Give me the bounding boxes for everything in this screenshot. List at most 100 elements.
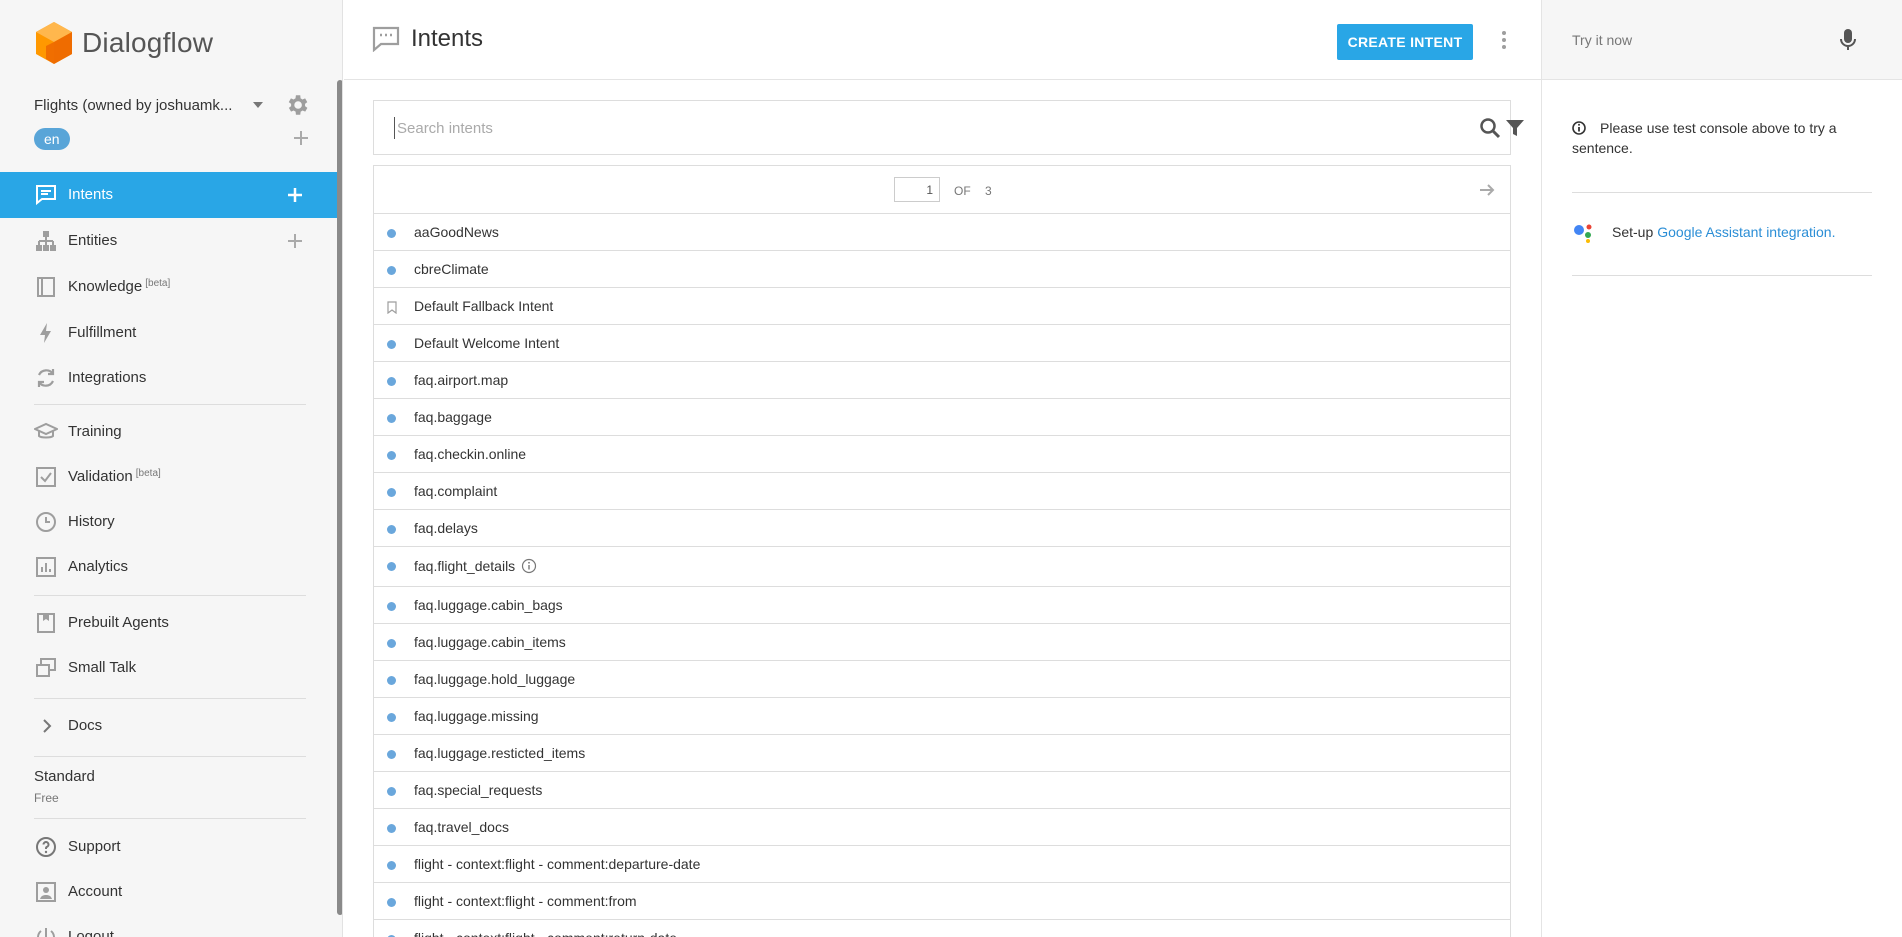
page-number-input[interactable]	[894, 177, 940, 202]
microphone-icon[interactable]	[1839, 28, 1857, 52]
sidebar-item-label: Entities	[68, 232, 118, 249]
try-it-input[interactable]	[1572, 28, 1832, 52]
intent-row[interactable]: Default Welcome Intent	[374, 325, 1510, 362]
sidebar-item-logout[interactable]: Logout	[0, 914, 337, 937]
intent-name: faq.checkin.online	[414, 446, 526, 462]
intent-name-text: faq.delays	[414, 520, 478, 536]
intent-name-text: cbreClimate	[414, 261, 489, 277]
intent-dot-icon	[387, 602, 396, 611]
validation-label: Validation	[68, 468, 133, 485]
sidebar-item-label: Logout	[68, 928, 114, 937]
sidebar-item-small-talk[interactable]: Small Talk	[0, 645, 337, 691]
intent-name-text: faq.luggage.cabin_bags	[414, 597, 563, 613]
google-assistant-setup: Set-up Google Assistant integration.	[1572, 220, 1835, 244]
google-assistant-link[interactable]: Google Assistant integration.	[1657, 224, 1835, 240]
sidebar: Dialogflow Flights (owned by joshuamk...…	[0, 0, 343, 937]
intent-row[interactable]: faq.luggage.cabin_bags	[374, 587, 1510, 624]
add-intent-plus-icon[interactable]	[286, 186, 304, 204]
intent-row[interactable]: faq.luggage.cabin_items	[374, 624, 1510, 661]
sidebar-item-label: History	[68, 513, 115, 530]
agent-selector[interactable]: Flights (owned by joshuamk...	[34, 92, 310, 118]
intent-row[interactable]: faq.delays	[374, 510, 1510, 547]
intent-row[interactable]: flight - context:flight - comment:depart…	[374, 846, 1510, 883]
intent-name-text: faq.luggage.resticted_items	[414, 745, 586, 761]
intent-row[interactable]: aaGoodNews	[374, 214, 1510, 251]
nav-divider	[34, 698, 306, 699]
intent-name-text: faq.special_requests	[414, 782, 543, 798]
book-icon	[37, 277, 55, 297]
plan-info[interactable]: Standard Free	[34, 768, 95, 805]
intent-name-text: faq.luggage.hold_luggage	[414, 671, 576, 687]
intent-row[interactable]: faq.luggage.resticted_items	[374, 735, 1510, 772]
intent-dot-icon	[387, 488, 396, 497]
intent-name-text: faq.travel_docs	[414, 819, 509, 835]
add-entity-plus-icon[interactable]	[286, 232, 304, 250]
intent-dot-icon	[387, 562, 396, 571]
intent-dot-icon	[387, 861, 396, 870]
pager-total: 3	[985, 184, 992, 198]
test-console: Please use test console above to try a s…	[1541, 0, 1902, 937]
intent-dot-icon	[387, 525, 396, 534]
bookmark-box-icon	[37, 613, 55, 633]
intent-name-text: faq.checkin.online	[414, 446, 527, 462]
filter-icon[interactable]	[1505, 118, 1525, 138]
sidebar-item-analytics[interactable]: Analytics	[0, 544, 337, 590]
test-notice: Please use test console above to try a s…	[1572, 118, 1872, 158]
intent-row[interactable]: faq.special_requests	[374, 772, 1510, 809]
sidebar-item-entities[interactable]: Entities	[0, 218, 337, 264]
dialogflow-logo-icon	[36, 22, 72, 64]
sidebar-item-label: Support	[68, 838, 121, 855]
intent-row[interactable]: faq.luggage.hold_luggage	[374, 661, 1510, 698]
sidebar-item-integrations[interactable]: Integrations	[0, 355, 337, 401]
sidebar-item-label: Training	[68, 423, 122, 440]
intent-name-text: faq.luggage.cabin_items	[414, 634, 566, 650]
sidebar-item-validation[interactable]: Validation [beta]	[0, 454, 337, 500]
intent-dot-icon	[387, 824, 396, 833]
chevron-down-icon[interactable]	[253, 102, 263, 108]
search-icon[interactable]	[1479, 117, 1501, 139]
gear-icon[interactable]	[284, 92, 310, 118]
intent-row[interactable]: faq.checkin.online	[374, 436, 1510, 473]
page-header: Intents CREATE INTENT	[344, 0, 1541, 80]
intent-name: flight - context:flight - comment:from	[414, 893, 637, 909]
sidebar-item-knowledge[interactable]: Knowledge [beta]	[0, 264, 337, 310]
sidebar-item-intents[interactable]: Intents	[0, 172, 337, 218]
sidebar-item-support[interactable]: Support	[0, 824, 337, 870]
intent-name: faq.luggage.resticted_items	[414, 745, 585, 761]
add-language-plus-icon[interactable]	[292, 129, 310, 147]
app-name: Dialogflow	[82, 27, 214, 58]
intent-name-text: faq.luggage.missing	[414, 708, 539, 724]
intent-row[interactable]: cbreClimate	[374, 251, 1510, 288]
pager-of-label: OF	[954, 184, 971, 198]
more-vert-icon[interactable]	[1498, 30, 1510, 50]
intent-row[interactable]: faq.airport.map	[374, 362, 1510, 399]
sync-icon	[37, 369, 55, 387]
sidebar-item-fulfillment[interactable]: Fulfillment	[0, 310, 337, 356]
sitemap-icon	[36, 231, 56, 251]
arrow-right-icon[interactable]	[1478, 181, 1496, 199]
logo[interactable]: Dialogflow	[34, 20, 213, 66]
sidebar-item-account[interactable]: Account	[0, 869, 337, 915]
intent-name: faq.luggage.missing	[414, 708, 539, 724]
intent-row[interactable]: faq.baggage	[374, 399, 1510, 436]
intent-row[interactable]: flight - context:flight - comment:return…	[374, 920, 1510, 937]
search-input[interactable]	[394, 117, 1394, 139]
bookmark-icon	[387, 301, 397, 314]
intent-row[interactable]: faq.travel_docs	[374, 809, 1510, 846]
plan-tier: Free	[34, 791, 59, 805]
sidebar-item-training[interactable]: Training	[0, 409, 337, 455]
info-icon[interactable]	[521, 558, 537, 574]
language-badge[interactable]: en	[34, 128, 70, 150]
intent-name: Default Fallback Intent	[414, 298, 553, 314]
intent-row[interactable]: flight - context:flight - comment:from	[374, 883, 1510, 920]
sidebar-item-prebuilt-agents[interactable]: Prebuilt Agents	[0, 600, 337, 646]
intent-row[interactable]: faq.luggage.missing	[374, 698, 1510, 735]
sidebar-scrollbar[interactable]	[337, 80, 342, 915]
create-intent-button[interactable]: CREATE INTENT	[1337, 24, 1473, 60]
intent-row[interactable]: Default Fallback Intent	[374, 288, 1510, 325]
sidebar-item-history[interactable]: History	[0, 499, 337, 545]
intent-row[interactable]: faq.complaint	[374, 473, 1510, 510]
sidebar-item-docs[interactable]: Docs	[0, 703, 337, 749]
power-icon	[37, 928, 55, 937]
intent-row[interactable]: faq.flight_details	[374, 547, 1510, 587]
